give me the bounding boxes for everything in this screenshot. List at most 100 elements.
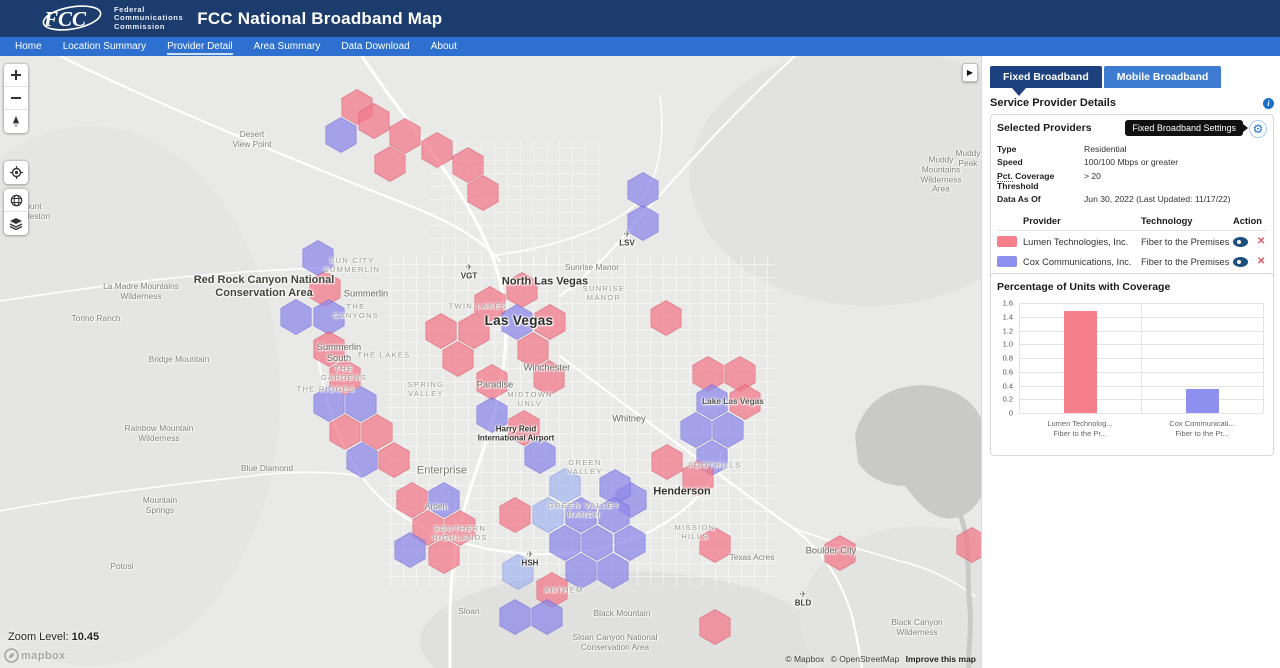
coverage-hex[interactable] xyxy=(628,206,658,241)
setting-row-data-as-of: Data As Of Jun 30, 2022 (Last Updated: 1… xyxy=(997,194,1267,204)
y-axis-tick: 0.4 xyxy=(997,381,1013,390)
section-title: Service Provider Details xyxy=(990,97,1116,109)
compass-icon xyxy=(10,115,22,129)
app-header: FCC Federal Communications Commission FC… xyxy=(0,0,1280,37)
provider-color-swatch xyxy=(997,256,1017,267)
y-axis-tick: 0.8 xyxy=(997,354,1013,363)
locate-controls xyxy=(4,161,28,184)
settings-tooltip: Fixed Broadband Settings xyxy=(1125,120,1243,136)
provider-color-swatch xyxy=(997,236,1017,247)
fcc-logo[interactable]: FCC xyxy=(42,5,104,33)
info-icon[interactable]: i xyxy=(1263,98,1274,109)
setting-row-threshold: Pct. Coverage Threshold > 20 xyxy=(997,171,1267,191)
chart-bar[interactable] xyxy=(1064,311,1097,413)
geolocate-icon xyxy=(10,166,23,179)
nav-item-area-summary[interactable]: Area Summary xyxy=(254,39,321,55)
chevron-right-icon: ▶ xyxy=(967,68,973,77)
tab-fixed-broadband[interactable]: Fixed Broadband xyxy=(990,66,1102,88)
provider-row: Lumen Technologies, Inc.Fiber to the Pre… xyxy=(997,231,1267,252)
chart-title: Percentage of Units with Coverage xyxy=(997,281,1267,293)
coverage-hex[interactable] xyxy=(281,300,311,335)
zoom-controls xyxy=(4,64,28,133)
compass-button[interactable] xyxy=(4,110,28,133)
layers-button[interactable] xyxy=(4,212,28,235)
nav-item-data-download[interactable]: Data Download xyxy=(341,39,409,55)
coverage-hex[interactable] xyxy=(326,118,356,153)
y-axis-tick: 0.2 xyxy=(997,395,1013,404)
x-axis-label: Lumen Technolog... Fiber to the Pr... xyxy=(1025,419,1135,439)
provider-name: Cox Communications, Inc. xyxy=(1023,251,1141,271)
minus-icon xyxy=(10,92,22,104)
chart-gridline xyxy=(1141,303,1142,413)
mapbox-attribution-link[interactable]: © Mapbox xyxy=(785,654,824,664)
layer-controls xyxy=(4,189,28,235)
visibility-toggle[interactable] xyxy=(1233,257,1248,267)
coverage-hex[interactable] xyxy=(330,415,360,450)
coverage-hex[interactable] xyxy=(375,147,405,182)
coverage-hex[interactable] xyxy=(390,119,420,154)
agency-name: Federal Communications Commission xyxy=(114,6,183,32)
remove-provider-button[interactable]: ✕ xyxy=(1257,256,1265,267)
panel-collapse-button[interactable]: ▶ xyxy=(962,63,978,82)
setting-row-speed: Speed 100/100 Mbps or greater xyxy=(997,157,1267,167)
nav-item-about[interactable]: About xyxy=(431,39,457,55)
provider-row: Cox Communications, Inc.Fiber to the Pre… xyxy=(997,251,1267,271)
globe-icon xyxy=(10,194,23,207)
col-provider: Provider xyxy=(1023,213,1141,231)
terrain-patch xyxy=(0,126,280,666)
page-title: FCC National Broadband Map xyxy=(197,9,442,29)
chart-bar[interactable] xyxy=(1186,389,1219,413)
osm-attribution-link[interactable]: © OpenStreetMap xyxy=(831,654,900,664)
coverage-bar-chart: 1.61.41.21.00.80.60.40.20Lumen Technolog… xyxy=(997,297,1267,447)
improve-map-link[interactable]: Improve this map xyxy=(906,654,976,664)
coverage-chart-card: Percentage of Units with Coverage 1.6 1.4… xyxy=(990,273,1274,456)
geolocate-button[interactable] xyxy=(4,161,28,184)
remove-provider-button[interactable]: ✕ xyxy=(1257,236,1265,247)
fcc-logo-graphic: FCC xyxy=(42,5,104,33)
detail-panel: Fixed Broadband Mobile Broadband Service… xyxy=(981,56,1280,668)
zoom-out-button[interactable] xyxy=(4,87,28,110)
coverage-hex[interactable] xyxy=(310,272,340,307)
mapbox-wordmark: mapbox xyxy=(21,650,66,662)
col-action: Action xyxy=(1233,213,1267,231)
gear-icon: ⚙ xyxy=(1253,123,1264,135)
nav-item-provider-detail[interactable]: Provider Detail xyxy=(167,39,233,55)
broadband-tabs: Fixed Broadband Mobile Broadband xyxy=(990,66,1221,88)
plus-icon xyxy=(10,69,22,81)
provider-technology: Fiber to the Premises xyxy=(1141,231,1233,252)
provider-technology: Fiber to the Premises xyxy=(1141,251,1233,271)
nav-item-home[interactable]: Home xyxy=(15,39,42,55)
y-axis-tick: 0 xyxy=(997,409,1013,418)
main-nav: Home Location Summary Provider Detail Area … xyxy=(0,37,1280,56)
setting-row-type: Type Residential xyxy=(997,144,1267,154)
coverage-hex[interactable] xyxy=(314,300,344,335)
mapbox-logo[interactable]: mapbox xyxy=(4,648,66,663)
mapbox-icon xyxy=(4,648,19,663)
tab-mobile-broadband[interactable]: Mobile Broadband xyxy=(1104,66,1222,88)
y-axis-tick: 1.6 xyxy=(997,299,1013,308)
col-technology: Technology xyxy=(1141,213,1233,231)
layers-icon xyxy=(9,217,23,230)
zoom-level-indicator: Zoom Level: 10.45 xyxy=(8,631,99,643)
zoom-in-button[interactable] xyxy=(4,64,28,87)
zoom-level-label: Zoom Level: xyxy=(8,631,69,643)
coverage-hex[interactable] xyxy=(347,443,377,478)
providers-table: Provider Technology Action Lumen Technol… xyxy=(997,213,1267,271)
y-axis-tick: 1.4 xyxy=(997,312,1013,321)
y-axis-tick: 1.0 xyxy=(997,340,1013,349)
y-axis-tick: 0.6 xyxy=(997,367,1013,376)
settings-gear-button[interactable]: ⚙ xyxy=(1249,120,1267,138)
fcc-broadband-map-app: FCC Federal Communications Commission FC… xyxy=(0,0,1280,668)
chart-gridline xyxy=(1019,413,1263,414)
coverage-hex[interactable] xyxy=(303,241,333,276)
zoom-level-value: 10.45 xyxy=(72,631,100,643)
map-attribution: © Mapbox © OpenStreetMap Improve this ma… xyxy=(781,654,976,664)
visibility-toggle[interactable] xyxy=(1233,237,1248,247)
map-canvas[interactable]: Desert View PointMount CharlestonMuddy P… xyxy=(0,56,981,668)
chart-gridline xyxy=(1019,303,1020,413)
map-graphics xyxy=(0,56,981,668)
x-axis-label: Cox Communicati... Fiber to the Pr... xyxy=(1147,419,1257,439)
globe-button[interactable] xyxy=(4,189,28,212)
provider-name: Lumen Technologies, Inc. xyxy=(1023,231,1141,252)
nav-item-location-summary[interactable]: Location Summary xyxy=(63,39,146,55)
